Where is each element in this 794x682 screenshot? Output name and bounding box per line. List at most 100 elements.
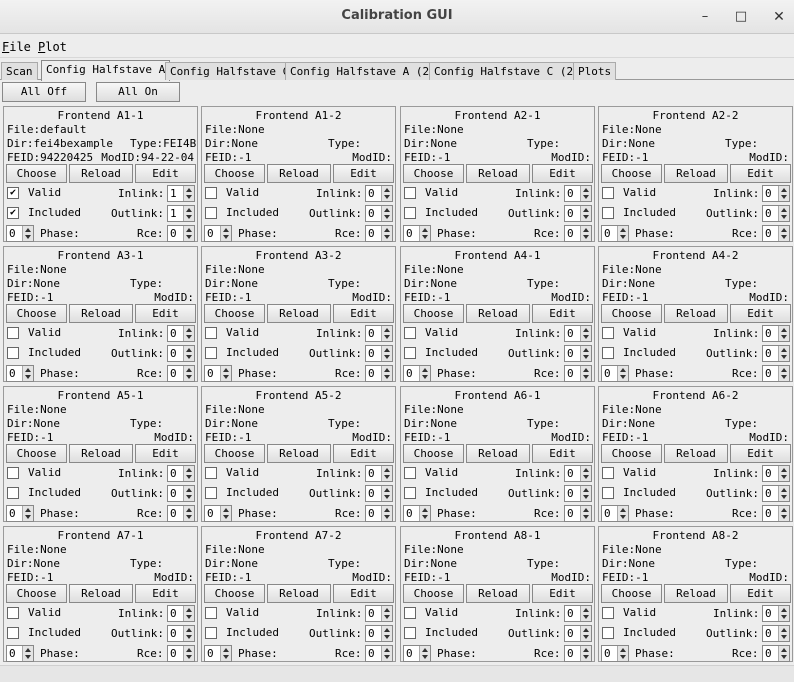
included-checkbox-row[interactable]: Included <box>404 625 494 641</box>
arrow-up-icon[interactable] <box>781 348 787 352</box>
arrow-up-icon[interactable] <box>620 368 626 372</box>
spinner-arrows[interactable] <box>22 506 33 521</box>
spinner-arrows[interactable] <box>580 366 591 381</box>
edit-button[interactable]: Edit <box>730 584 791 603</box>
valid-checkbox[interactable]: ✔ <box>7 187 19 199</box>
arrow-down-icon[interactable] <box>583 195 589 199</box>
arrow-up-icon[interactable] <box>583 328 589 332</box>
arrow-up-icon[interactable] <box>186 488 192 492</box>
arrow-up-icon[interactable] <box>781 628 787 632</box>
arrow-down-icon[interactable] <box>384 655 390 659</box>
choose-button[interactable]: Choose <box>601 304 662 323</box>
outlink-spinbox[interactable]: 0 <box>762 205 790 222</box>
arrow-up-icon[interactable] <box>186 628 192 632</box>
included-checkbox-row[interactable]: Included <box>404 205 494 221</box>
spinner-arrows[interactable] <box>183 606 194 621</box>
included-checkbox[interactable] <box>602 487 614 499</box>
spinner-arrows[interactable] <box>617 366 628 381</box>
arrow-down-icon[interactable] <box>25 235 31 239</box>
spinner-arrows[interactable] <box>778 606 789 621</box>
included-checkbox[interactable] <box>404 347 416 359</box>
spinner-arrows[interactable] <box>580 226 591 241</box>
outlink-spinbox[interactable]: 0 <box>762 345 790 362</box>
edit-button[interactable]: Edit <box>135 444 196 463</box>
included-checkbox-row[interactable]: Included <box>404 485 494 501</box>
rce-spinbox[interactable]: 0 <box>762 505 790 522</box>
arrow-up-icon[interactable] <box>186 608 192 612</box>
arrow-down-icon[interactable] <box>384 235 390 239</box>
included-checkbox[interactable] <box>7 487 19 499</box>
spinner-arrows[interactable] <box>381 506 392 521</box>
choose-button[interactable]: Choose <box>601 444 662 463</box>
outlink-spinbox[interactable]: 0 <box>564 485 592 502</box>
spinner-arrows[interactable] <box>220 506 231 521</box>
spinner-arrows[interactable] <box>419 506 430 521</box>
rce-spinbox[interactable]: 0 <box>365 365 393 382</box>
rce-spinbox[interactable]: 0 <box>762 365 790 382</box>
arrow-down-icon[interactable] <box>781 635 787 639</box>
arrow-up-icon[interactable] <box>384 628 390 632</box>
valid-checkbox[interactable] <box>7 607 19 619</box>
arrow-down-icon[interactable] <box>781 515 787 519</box>
arrow-up-icon[interactable] <box>422 648 428 652</box>
arrow-down-icon[interactable] <box>384 335 390 339</box>
included-checkbox-row[interactable]: Included <box>205 345 295 361</box>
spinner-arrows[interactable] <box>580 326 591 341</box>
inlink-spinbox[interactable]: 0 <box>167 325 195 342</box>
arrow-up-icon[interactable] <box>186 228 192 232</box>
arrow-up-icon[interactable] <box>384 368 390 372</box>
arrow-up-icon[interactable] <box>583 228 589 232</box>
included-checkbox-row[interactable]: Included <box>7 625 97 641</box>
valid-checkbox-row[interactable]: Valid <box>602 325 682 341</box>
phase-spinbox[interactable]: 0 <box>204 365 232 382</box>
valid-checkbox-row[interactable]: Valid <box>7 465 87 481</box>
included-checkbox-row[interactable]: Included <box>205 205 295 221</box>
valid-checkbox-row[interactable]: Valid <box>602 185 682 201</box>
included-checkbox-row[interactable]: Included <box>602 625 692 641</box>
arrow-down-icon[interactable] <box>781 195 787 199</box>
arrow-up-icon[interactable] <box>384 228 390 232</box>
reload-button[interactable]: Reload <box>664 164 728 183</box>
arrow-up-icon[interactable] <box>583 368 589 372</box>
spinner-arrows[interactable] <box>22 366 33 381</box>
arrow-down-icon[interactable] <box>186 475 192 479</box>
valid-checkbox[interactable] <box>7 327 19 339</box>
choose-button[interactable]: Choose <box>6 584 67 603</box>
choose-button[interactable]: Choose <box>403 164 464 183</box>
spinner-arrows[interactable] <box>183 646 194 661</box>
valid-checkbox-row[interactable]: Valid <box>205 465 285 481</box>
rce-spinbox[interactable]: 0 <box>564 365 592 382</box>
arrow-up-icon[interactable] <box>223 508 229 512</box>
arrow-up-icon[interactable] <box>620 648 626 652</box>
reload-button[interactable]: Reload <box>466 444 530 463</box>
arrow-down-icon[interactable] <box>620 655 626 659</box>
arrow-down-icon[interactable] <box>384 615 390 619</box>
spinner-arrows[interactable] <box>381 346 392 361</box>
outlink-spinbox[interactable]: 0 <box>365 205 393 222</box>
arrow-up-icon[interactable] <box>223 228 229 232</box>
choose-button[interactable]: Choose <box>6 164 67 183</box>
rce-spinbox[interactable]: 0 <box>365 645 393 662</box>
included-checkbox-row[interactable]: Included <box>205 625 295 641</box>
spinner-arrows[interactable] <box>183 206 194 221</box>
arrow-up-icon[interactable] <box>186 468 192 472</box>
spinner-arrows[interactable] <box>220 646 231 661</box>
outlink-spinbox[interactable]: 0 <box>365 485 393 502</box>
all-on-button[interactable]: All On <box>96 82 180 102</box>
phase-spinbox[interactable]: 0 <box>204 225 232 242</box>
valid-checkbox[interactable] <box>602 607 614 619</box>
inlink-spinbox[interactable]: 0 <box>762 605 790 622</box>
spinner-arrows[interactable] <box>183 366 194 381</box>
arrow-down-icon[interactable] <box>422 375 428 379</box>
arrow-up-icon[interactable] <box>583 508 589 512</box>
rce-spinbox[interactable]: 0 <box>365 225 393 242</box>
arrow-down-icon[interactable] <box>583 495 589 499</box>
included-checkbox[interactable] <box>205 207 217 219</box>
rce-spinbox[interactable]: 0 <box>564 505 592 522</box>
rce-spinbox[interactable]: 0 <box>167 645 195 662</box>
choose-button[interactable]: Choose <box>204 304 265 323</box>
menu-file[interactable]: File <box>2 40 31 54</box>
arrow-up-icon[interactable] <box>186 188 192 192</box>
arrow-down-icon[interactable] <box>781 235 787 239</box>
choose-button[interactable]: Choose <box>204 584 265 603</box>
